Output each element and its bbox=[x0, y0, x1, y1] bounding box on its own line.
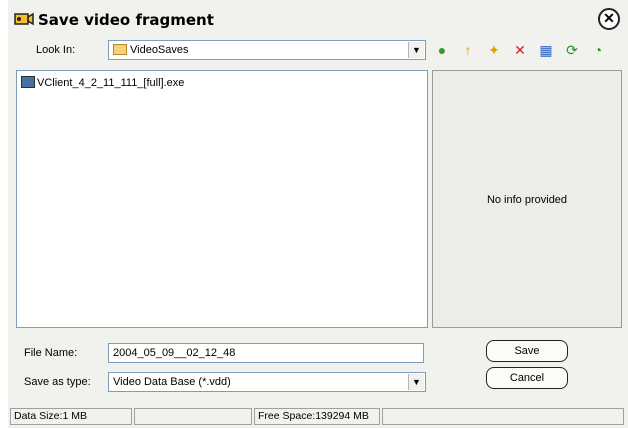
status-bar: Data Size:1 MB Free Space:139294 MB bbox=[8, 406, 628, 428]
save-as-type-select[interactable]: Video Data Base (*.vdd) ▼ bbox=[108, 372, 426, 392]
history-icon[interactable]: ◔ bbox=[588, 40, 608, 60]
delete-icon[interactable]: ✕ bbox=[510, 40, 530, 60]
file-name-input[interactable]: 2004_05_09__02_12_48 bbox=[108, 343, 424, 363]
title-bar: Save video fragment ✕ bbox=[8, 0, 628, 40]
new-folder-icon[interactable]: ✦ bbox=[484, 40, 504, 60]
status-pane-empty bbox=[382, 408, 624, 425]
list-item[interactable]: VClient_4_2_11_111_[full].exe bbox=[21, 76, 184, 89]
dialog-title: Save video fragment bbox=[38, 11, 214, 29]
cancel-button[interactable]: Cancel bbox=[486, 367, 568, 389]
chevron-down-icon[interactable]: ▼ bbox=[408, 42, 424, 58]
refresh-icon[interactable]: ⟳ bbox=[562, 40, 582, 60]
look-in-select[interactable]: VideoSaves ▼ bbox=[108, 40, 426, 60]
close-button[interactable]: ✕ bbox=[598, 8, 620, 30]
free-space-status: Free Space:139294 MB bbox=[254, 408, 380, 425]
file-name-label: File Name: bbox=[24, 347, 78, 359]
exe-icon bbox=[21, 76, 35, 88]
up-folder-icon[interactable]: ↑ bbox=[458, 40, 478, 60]
folder-icon bbox=[113, 44, 127, 55]
view-menu-icon[interactable]: ▦ bbox=[536, 40, 556, 60]
data-size-status: Data Size:1 MB bbox=[10, 408, 132, 425]
save-as-type-label: Save as type: bbox=[24, 376, 91, 388]
save-button[interactable]: Save bbox=[486, 340, 568, 362]
save-dialog: Save video fragment ✕ Look In: VideoSave… bbox=[8, 0, 628, 428]
look-in-label: Look In: bbox=[36, 44, 76, 56]
info-panel: No info provided bbox=[432, 70, 622, 328]
video-camera-icon bbox=[14, 12, 34, 26]
save-as-type-value: Video Data Base (*.vdd) bbox=[113, 376, 231, 388]
info-message: No info provided bbox=[486, 194, 568, 206]
chevron-down-icon[interactable]: ▼ bbox=[408, 374, 424, 390]
file-list[interactable]: VClient_4_2_11_111_[full].exe bbox=[16, 70, 428, 328]
toolbar: ● ↑ ✦ ✕ ▦ ⟳ ◔ bbox=[432, 40, 622, 62]
look-in-value: VideoSaves bbox=[113, 44, 189, 56]
back-icon[interactable]: ● bbox=[432, 40, 452, 60]
status-pane-empty bbox=[134, 408, 252, 425]
file-name-value: 2004_05_09__02_12_48 bbox=[113, 347, 236, 359]
look-in-text: VideoSaves bbox=[130, 44, 189, 56]
file-name-text: VClient_4_2_11_111_[full].exe bbox=[37, 77, 185, 89]
